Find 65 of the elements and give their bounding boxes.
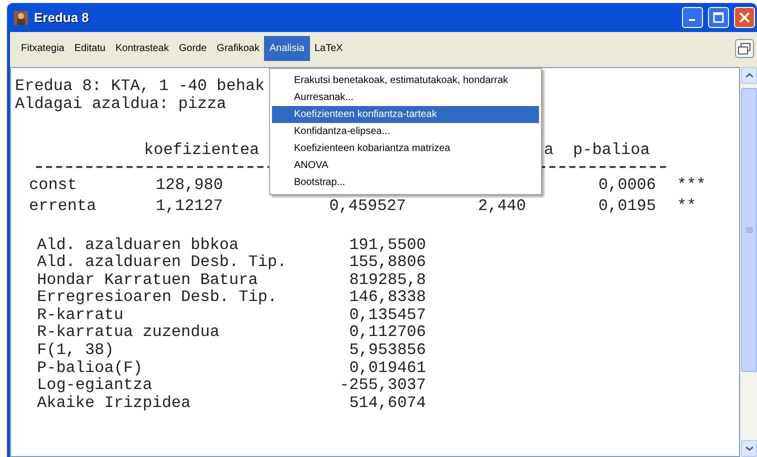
- menu-item[interactable]: Editatu: [69, 36, 110, 61]
- menu-entry[interactable]: Aurresanak...: [272, 89, 539, 106]
- statistic-label: Erregresioaren Desb. Tip.: [37, 289, 278, 307]
- table-cell-text: 1,12127: [154, 198, 223, 216]
- table-cell-text: 2,440: [476, 198, 526, 216]
- menu-entry[interactable]: ANOVA: [272, 157, 539, 174]
- statistic-value: -255,3037: [338, 377, 426, 395]
- significance-stars: **: [676, 198, 698, 216]
- menu-item[interactable]: Kontrasteak: [110, 36, 174, 61]
- statistic-value: 155,8806: [348, 254, 426, 272]
- statistic-value: 514,6074: [348, 394, 426, 412]
- app-icon: [13, 10, 29, 26]
- table-cell-text: 128,980: [154, 176, 223, 196]
- restore-button[interactable]: [735, 39, 754, 58]
- maximize-button[interactable]: [708, 7, 729, 28]
- menu-item[interactable]: Gorde: [174, 36, 212, 61]
- statistic-label: Ald. azalduaren bbkoa: [37, 236, 240, 254]
- maximize-icon: [713, 12, 724, 23]
- menu-entry[interactable]: Erakutsi benetakoak, estimatutakoak, hondarrak: [272, 72, 539, 89]
- menu-entry[interactable]: Konfidantza-elipsea...: [272, 123, 539, 140]
- chevron-down-icon: [746, 446, 752, 451]
- output-line: Eredua 8: KTA, 1 -40 behak: [15, 77, 265, 95]
- statistic-value: 0,112706: [348, 324, 426, 342]
- column-header: a: [544, 142, 554, 160]
- statistic-value: 5,953856: [348, 342, 426, 360]
- menu-item[interactable]: Fitxategia: [16, 36, 70, 61]
- significance-stars: ***: [676, 176, 707, 196]
- close-button[interactable]: [734, 7, 755, 28]
- statistic-value: 191,5500: [348, 236, 426, 254]
- window-title: Eredua 8: [34, 10, 90, 25]
- statistic-value: 0,019461: [348, 360, 426, 378]
- scroll-down-button[interactable]: [741, 440, 757, 457]
- table-cell-text: const: [29, 176, 78, 196]
- statistic-value: 819285,8: [348, 272, 426, 290]
- statistic-value: 146,8338: [348, 289, 426, 307]
- grip-icon: [746, 226, 752, 234]
- statistic-label: R-karratua zuzendua: [37, 324, 220, 342]
- table-cell-text: 0,459527: [328, 198, 406, 216]
- column-header: p-balioa: [573, 142, 650, 160]
- statistic-label: Akaike Irizpidea: [37, 394, 192, 412]
- statistic-label: P-balioa(F): [37, 360, 144, 377]
- menu-entry[interactable]: Bootstrap...: [272, 174, 539, 191]
- table-cell-text: 0,0195: [597, 198, 656, 216]
- scroll-thumb[interactable]: [741, 88, 757, 372]
- chevron-up-icon: [746, 73, 752, 78]
- menu-item[interactable]: Analisia: [264, 36, 310, 61]
- close-icon: [739, 12, 750, 23]
- menu-item[interactable]: Grafikoak: [212, 36, 264, 61]
- scroll-up-button[interactable]: [741, 67, 757, 84]
- statistic-label: Log-egiantza: [37, 377, 154, 395]
- statistic-label: Ald. azalduaren Desb. Tip.: [37, 254, 288, 272]
- menu-entry[interactable]: Koefizienteen kobariantza matrizea: [272, 140, 539, 157]
- statistic-label: F(1, 38): [37, 342, 115, 360]
- table-cell-text: errenta: [29, 198, 98, 216]
- minimize-button[interactable]: [682, 7, 703, 28]
- column-header: koefizientea: [144, 142, 260, 160]
- scrollbar[interactable]: [740, 67, 757, 457]
- table-cell-text: 0,0006: [597, 176, 656, 196]
- statistic-label: Hondar Karratuen Batura: [37, 272, 259, 289]
- menu-entry[interactable]: Koefizienteen konfiantza-tarteak: [272, 106, 539, 123]
- statistic-value: 0,135457: [348, 306, 426, 324]
- statistic-label: R-karratu: [37, 306, 124, 324]
- menu-item[interactable]: LaTeX: [310, 36, 348, 61]
- output-line: Aldagai azaldua: pizza: [15, 94, 226, 112]
- restore-icon: [738, 42, 751, 54]
